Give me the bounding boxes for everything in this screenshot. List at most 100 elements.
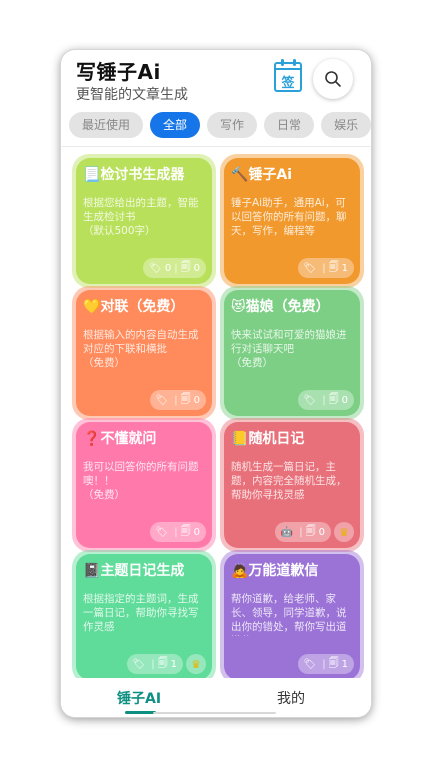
card-description-text: 随机生成一篇日记，主题，内容完全随机生成，帮助你寻找灵感 bbox=[231, 461, 347, 501]
copy-icon: 🗐 bbox=[180, 525, 191, 537]
card-title: 🔨锤子Ai bbox=[231, 166, 353, 184]
usage-stat: 🏷 | 🗐 0 bbox=[149, 390, 206, 410]
tool-card[interactable]: 😻猫娘（免费） 快来试试和可爱的猫娘进行对话聊天吧 （免费） 🏷 | 🗐 0 bbox=[220, 286, 364, 420]
tool-card[interactable]: 📒随机日记随机生成一篇日记，主题，内容完全随机生成，帮助你寻找灵感 🤖 | 🗐 0 ♛ bbox=[220, 418, 364, 552]
stat-separator: | bbox=[174, 394, 178, 406]
divider bbox=[61, 146, 371, 147]
card-stats: 🤖 | 🗐 0 ♛ bbox=[274, 522, 354, 542]
card-description-text: 锤子Ai助手，通用Ai，可以回答你的所有问题，聊天，写作，编程等 bbox=[231, 197, 347, 237]
stat-separator: | bbox=[174, 526, 178, 538]
card-title: 💛对联（免费） bbox=[83, 298, 205, 316]
card-title-text: 随机日记 bbox=[248, 431, 305, 447]
stat-separator: | bbox=[322, 658, 326, 670]
card-description: 快来试试和可爱的猫娘进行对话聊天吧 （免费） bbox=[231, 328, 353, 372]
card-stats: 🏷 | 🗐 1 ♛ bbox=[126, 654, 206, 674]
robot-icon: 🤖 bbox=[280, 526, 294, 538]
card-description-text: 我可以回答你的所有问题噢！！ bbox=[83, 461, 199, 487]
stat-separator: | bbox=[174, 262, 178, 274]
copy-count: 0 bbox=[193, 526, 200, 538]
card-emoji-icon: 🙇 bbox=[231, 563, 249, 579]
sign-label: 签 bbox=[281, 76, 295, 91]
card-stats: 🏷 | 🗐 0 bbox=[297, 390, 354, 410]
copy-icon: 🗐 bbox=[328, 393, 339, 405]
card-description: 随机生成一篇日记，主题，内容完全随机生成，帮助你寻找灵感 bbox=[231, 460, 353, 504]
crown-icon: ♛ bbox=[334, 522, 354, 542]
tool-grid: 📃检讨书生成器 根据您给出的主题，智能生成检讨书 （默认500字） 🏷 0 | 🗐 0 🔨锤子A… bbox=[61, 150, 371, 678]
calendar-ring-left bbox=[281, 59, 284, 66]
copy-icon: 🗐 bbox=[180, 261, 191, 273]
copy-count: 1 bbox=[341, 262, 348, 274]
active-tab-indicator bbox=[125, 711, 156, 714]
category-chip[interactable]: 娱乐 bbox=[321, 112, 371, 138]
header: 写锤子Ai 更智能的文章生成 签 bbox=[61, 50, 371, 110]
card-emoji-icon: 📓 bbox=[83, 563, 101, 579]
card-title: 📓主题日记生成 bbox=[83, 562, 205, 580]
usage-stat: 🏷 | 🗐 1 bbox=[126, 654, 183, 674]
comment-icon: 🏷 bbox=[132, 658, 146, 670]
copy-count: 0 bbox=[318, 526, 325, 538]
card-note: （免费） bbox=[83, 489, 125, 501]
usage-stat: 🏷 | 🗐 0 bbox=[149, 522, 206, 542]
card-description-text: 根据您给出的主题，智能生成检讨书 bbox=[83, 197, 199, 223]
copy-icon: 🗐 bbox=[180, 393, 191, 405]
tab-home[interactable]: 锤子AI bbox=[117, 688, 161, 708]
calendar-ring-right bbox=[293, 59, 296, 66]
comment-icon: 🏷 bbox=[155, 394, 169, 406]
comment-count: 0 bbox=[164, 262, 172, 274]
card-note: （默认500字） bbox=[83, 225, 156, 237]
scroll-indicator bbox=[153, 712, 276, 714]
card-title-text: 不懂就问 bbox=[100, 431, 157, 447]
card-description-text: 快来试试和可爱的猫娘进行对话聊天吧 bbox=[231, 329, 347, 355]
card-title: 📒随机日记 bbox=[231, 430, 353, 448]
usage-stat: 🏷 0 | 🗐 0 bbox=[143, 258, 206, 278]
card-title: ❓不懂就问 bbox=[83, 430, 205, 448]
search-icon bbox=[325, 71, 341, 87]
card-title: 🙇万能道歉信 bbox=[231, 562, 353, 580]
category-chips: 最近使用 全部 写作 日常 娱乐 bbox=[69, 112, 371, 140]
tool-card[interactable]: 💛对联（免费） 根据输入的内容自动生成对应的下联和横批 （免费） 🏷 | 🗐 0 bbox=[72, 286, 216, 420]
usage-stat: 🏷 | 🗐 0 bbox=[297, 390, 354, 410]
tool-card[interactable]: 🔨锤子Ai 锤子Ai助手，通用Ai，可以回答你的所有问题，聊天，写作，编程等 🏷 | 🗐… bbox=[220, 154, 364, 288]
card-title-text: 检讨书生成器 bbox=[100, 167, 185, 183]
copy-count: 0 bbox=[341, 394, 348, 406]
card-emoji-icon: 🔨 bbox=[231, 167, 249, 183]
card-stats: 🏷 | 🗐 0 bbox=[149, 522, 206, 542]
tool-card[interactable]: 📃检讨书生成器 根据您给出的主题，智能生成检讨书 （默认500字） 🏷 0 | 🗐 0 bbox=[72, 154, 216, 288]
tab-me[interactable]: 我的 bbox=[277, 688, 305, 708]
copy-count: 0 bbox=[193, 262, 200, 274]
copy-count: 1 bbox=[170, 658, 177, 670]
copy-count: 0 bbox=[193, 394, 200, 406]
card-emoji-icon: 💛 bbox=[83, 299, 101, 315]
card-description: 我可以回答你的所有问题噢！！ （免费） bbox=[83, 460, 205, 504]
category-chip[interactable]: 最近使用 bbox=[69, 112, 144, 138]
tool-card[interactable]: 🙇万能道歉信帮你道歉，给老师、家长、领导，同学道歉，说出你的错处，帮你写出道歉信… bbox=[220, 550, 364, 678]
usage-stat: 🤖 | 🗐 0 bbox=[274, 522, 331, 542]
bottom-tabbar: 锤子AI 我的 bbox=[61, 678, 371, 717]
card-description-text: 根据输入的内容自动生成对应的下联和横批 bbox=[83, 329, 199, 355]
card-stats: 🏷 0 | 🗐 0 bbox=[143, 258, 206, 278]
card-stats: 🏷 | 🗐 1 bbox=[297, 654, 354, 674]
comment-icon: 🏷 bbox=[155, 526, 169, 538]
card-stats: 🏷 | 🗐 1 bbox=[297, 258, 354, 278]
card-description: 根据指定的主题词，生成一篇日记，帮助你寻找写作灵感 bbox=[83, 592, 205, 636]
tool-card[interactable]: ❓不懂就问我可以回答你的所有问题噢！！ （免费） 🏷 | 🗐 0 bbox=[72, 418, 216, 552]
card-emoji-icon: 😻 bbox=[231, 299, 246, 315]
category-chip[interactable]: 全部 bbox=[150, 112, 201, 138]
app-subtitle: 更智能的文章生成 bbox=[76, 87, 188, 103]
search-button[interactable] bbox=[313, 59, 353, 99]
card-description: 帮你道歉，给老师、家长、领导，同学道歉，说出你的错处，帮你写出道歉信 bbox=[231, 592, 353, 636]
comment-icon: 🏷 bbox=[149, 262, 162, 274]
copy-icon: 🗐 bbox=[305, 525, 316, 537]
category-chip[interactable]: 写作 bbox=[207, 112, 258, 138]
card-title: 📃检讨书生成器 bbox=[83, 166, 205, 184]
card-description: 根据您给出的主题，智能生成检讨书 （默认500字） bbox=[83, 196, 205, 240]
card-emoji-icon: 📃 bbox=[83, 167, 101, 183]
calendar-bar bbox=[276, 68, 300, 70]
card-description: 根据输入的内容自动生成对应的下联和横批 （免费） bbox=[83, 328, 205, 372]
tool-card[interactable]: 📓主题日记生成 根据指定的主题词，生成一篇日记，帮助你寻找写作灵感 🏷 | 🗐 1 ♛ bbox=[72, 550, 216, 678]
sign-in-button[interactable]: 签 bbox=[274, 59, 302, 92]
app-title: 写锤子Ai bbox=[76, 60, 161, 84]
stat-separator: | bbox=[151, 658, 155, 670]
category-chip[interactable]: 日常 bbox=[264, 112, 315, 138]
card-title-text: 主题日记生成 bbox=[100, 563, 185, 579]
